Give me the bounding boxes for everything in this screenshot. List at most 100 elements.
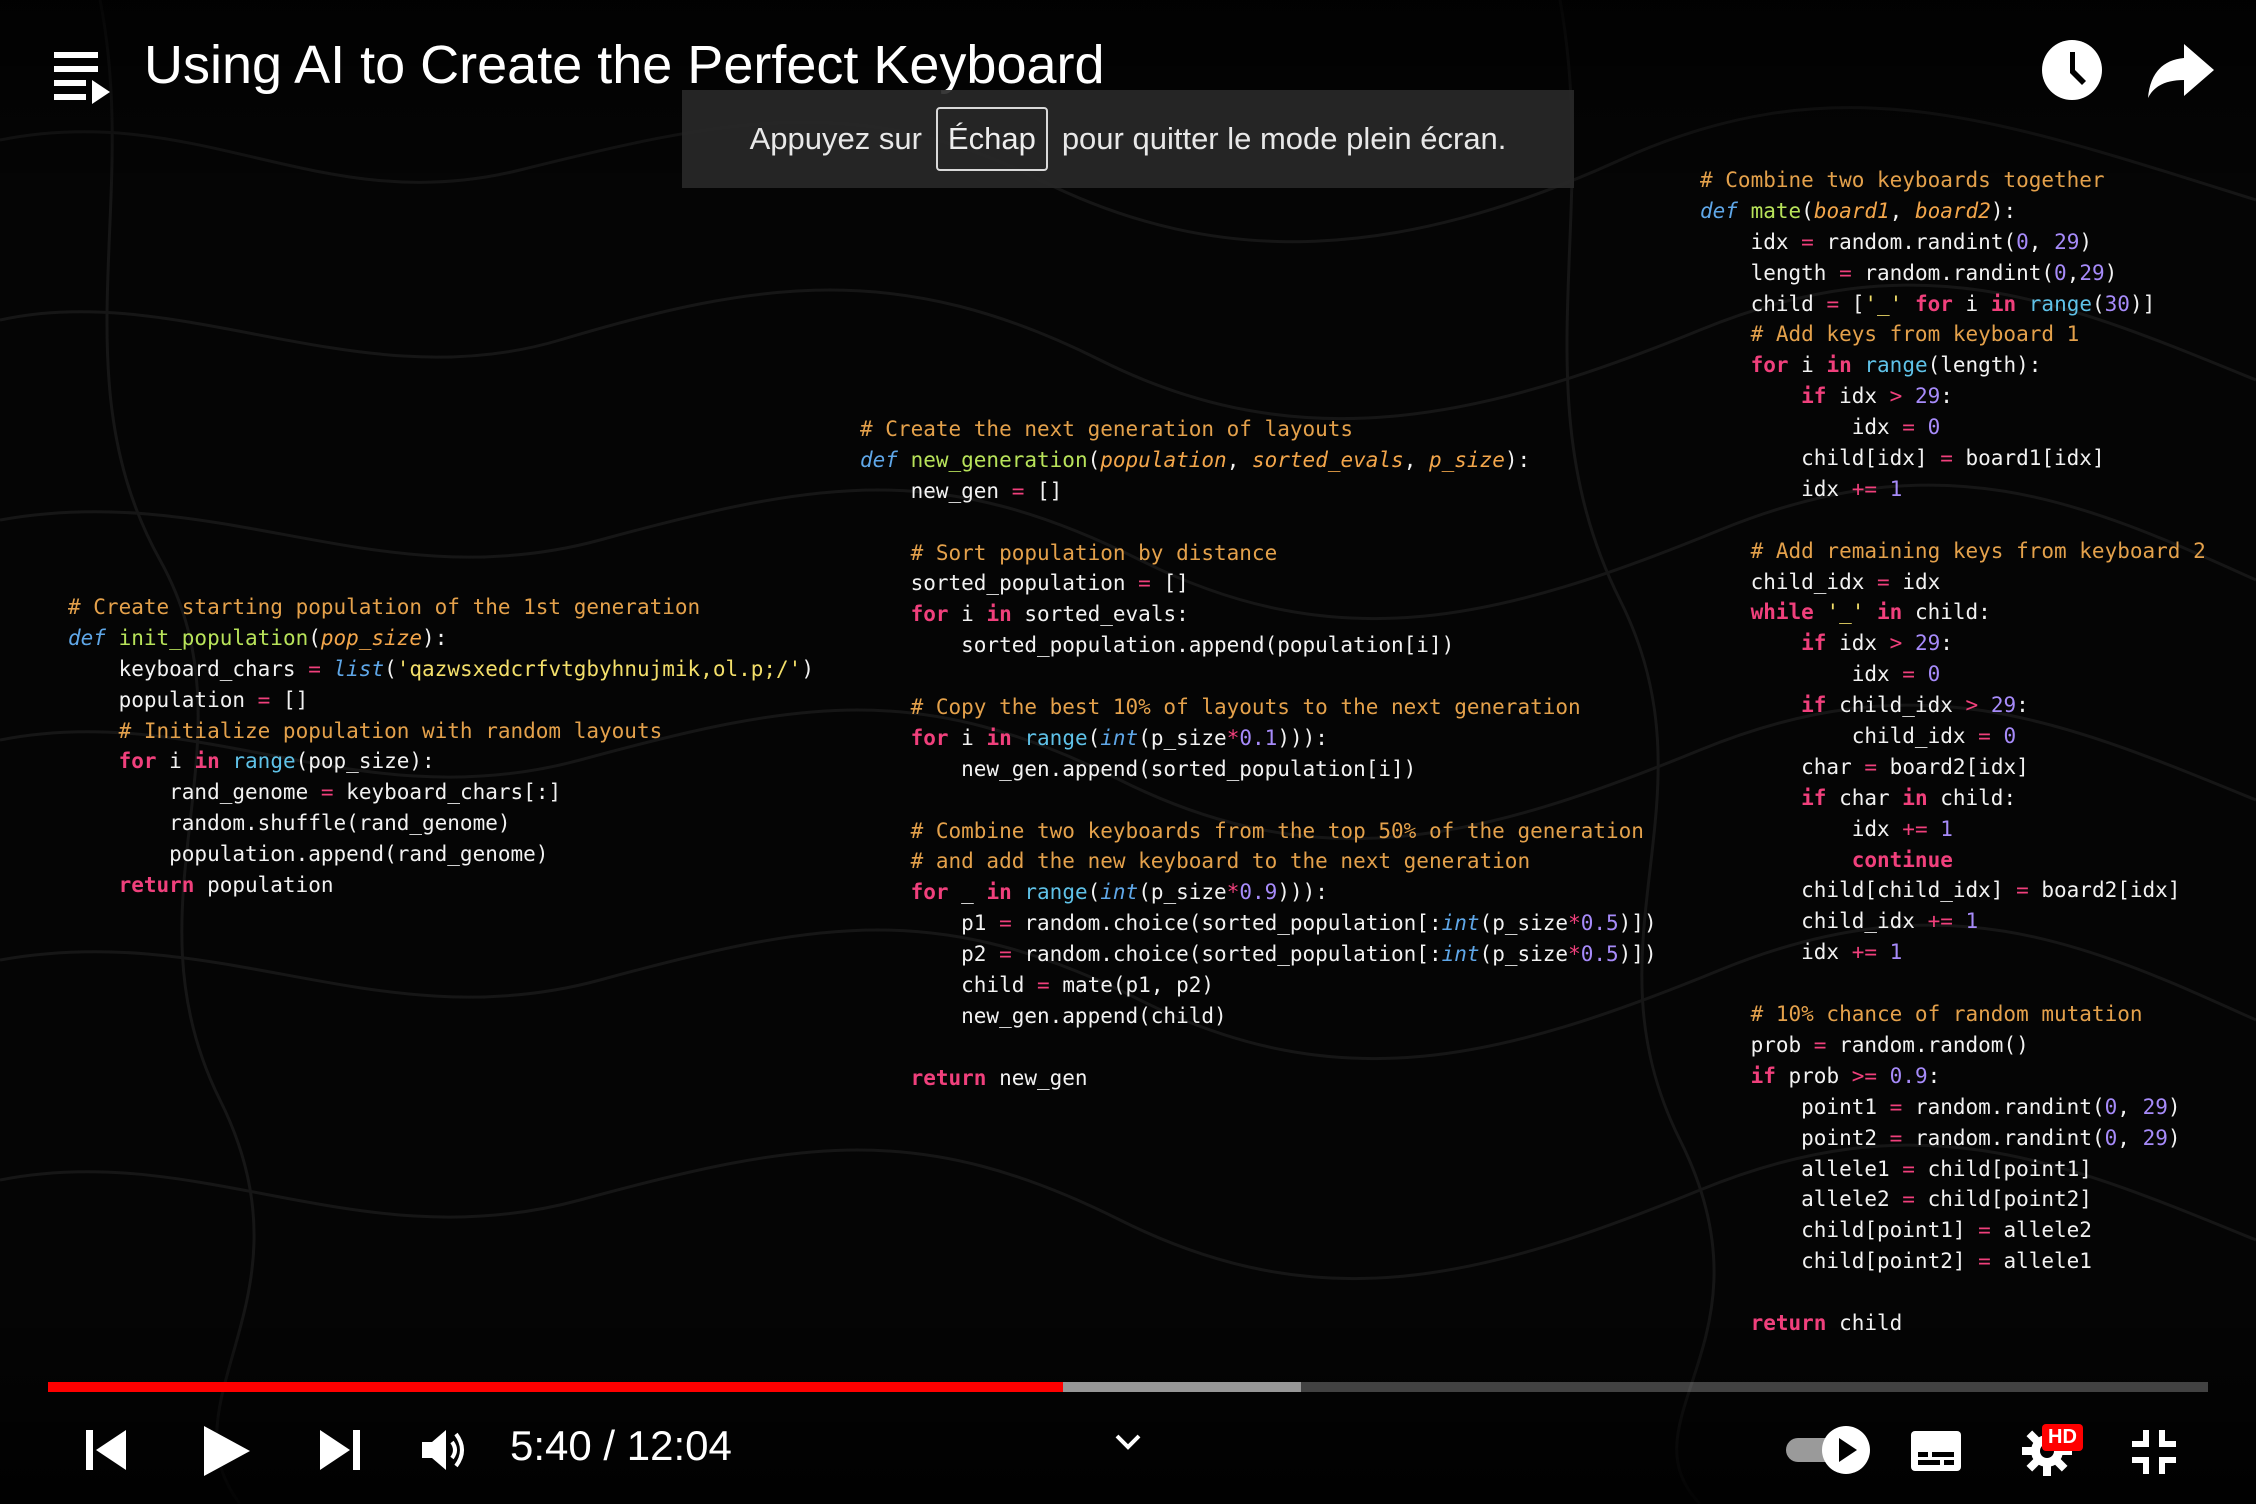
code-token: allele1 [1700,1156,1903,1181]
code-token: 0 [2054,260,2067,285]
code-token: new_gen.append(sorted_population[i]) [860,756,1417,781]
exit-fullscreen-icon[interactable] [2130,1428,2178,1476]
code-token: point1 [1700,1094,1890,1119]
code-token: += [1851,940,1890,965]
code-token: # Combine two keyboards from the top 50%… [860,818,1644,843]
code-token: ))): [1277,880,1328,905]
code-token: for [860,602,962,627]
code-token: allele2 [1700,1187,1903,1212]
code-line: for _ in range(int(p_size*0.9))): [860,877,1657,908]
code-token: if [1700,693,1840,718]
code-token: ( [1801,198,1814,223]
skip-next-icon[interactable] [318,1428,362,1472]
code-token: 1 [1889,940,1903,965]
code-token: new_gen.append(child) [860,1003,1227,1028]
code-token: ) [2104,260,2118,285]
code-line: child = ['_' for i in range(30)] [1700,289,2206,320]
subtitles-icon[interactable] [1910,1430,1962,1472]
notice-text-before: Appuyez sur [749,121,922,156]
code-token: child[point2] [1927,1187,2092,1212]
chevron-down-icon[interactable] [1114,1432,1142,1452]
code-line: sorted_population.append(population[i]) [860,630,1657,661]
code-line: population.append(rand_genome) [68,839,814,870]
code-line: return new_gen [860,1063,1657,1094]
code-token: 0.5 [1580,942,1619,967]
code-line: child[idx] = board1[idx] [1700,443,2206,474]
code-line: new_gen = [] [860,476,1657,507]
code-line: point1 = random.randint(0, 29) [1700,1092,2206,1123]
code-token: for [68,749,170,774]
code-token: = [1813,1032,1840,1057]
code-token: [ [1851,291,1865,316]
code-token: sorted_population.append(population[i]) [860,633,1455,658]
code-token: continue [1700,847,1953,872]
code-line: child[point2] = allele1 [1700,1246,2206,1277]
code-token: >= [1851,1063,1890,1088]
code-token: 29 [2054,229,2080,254]
code-token: idx [1700,940,1852,965]
fullscreen-exit-notice: Appuyez sur Échap pour quitter le mode p… [682,90,1574,188]
code-token: in [1877,600,1915,625]
video-title[interactable]: Using AI to Create the Perfect Keyboard [144,34,1105,96]
code-token: : [1940,384,1953,409]
code-token: def [1700,198,1751,223]
play-icon[interactable] [202,1424,252,1478]
code-token: = [1826,291,1852,316]
clock-icon[interactable] [2040,38,2104,102]
code-token: idx [1902,569,1941,594]
code-token: * [1226,725,1240,750]
code-token: 0.5 [1580,911,1619,936]
code-token: 0 [2016,229,2029,254]
code-token: idx [1700,476,1852,501]
code-panel-init-population: # Create starting population of the 1st … [68,592,814,901]
code-token: = [1902,415,1928,440]
code-line: allele2 = child[point2] [1700,1184,2206,1215]
code-token: in [986,880,1025,905]
code-line: # Initialize population with random layo… [68,716,814,747]
code-token: sorted_evals [1251,447,1404,472]
code-token: 0 [1927,662,1941,687]
hd-badge: HD [2042,1424,2083,1451]
code-line: new_gen.append(sorted_population[i]) [860,754,1657,785]
autoplay-toggle-icon[interactable] [1784,1424,1874,1476]
share-arrow-icon[interactable] [2146,40,2216,102]
video-frame[interactable]: # Create starting population of the 1st … [0,0,2256,1504]
progress-bar[interactable] [48,1382,2208,1392]
code-token: = [1839,260,1865,285]
code-line: if prob >= 0.9: [1700,1061,2206,1092]
code-token: sorted_evals: [1024,602,1189,627]
playlist-icon[interactable] [52,48,112,104]
code-token: board1 [1813,198,1890,223]
code-line: child_idx = 0 [1700,721,2206,752]
volume-icon[interactable] [420,1426,470,1474]
escape-key-label: Échap [935,107,1048,171]
code-token: 29 [2142,1094,2168,1119]
progress-played [48,1382,1064,1392]
code-token: , [2117,1125,2143,1150]
code-token: ): [1504,447,1531,472]
code-token: child[point1] [1927,1156,2092,1181]
code-token: '_' [1864,291,1903,316]
code-token: # Add remaining keys from keyboard 2 [1700,538,2206,563]
code-token: ) [2167,1094,2181,1119]
code-token: for [860,880,962,905]
code-token: = [1902,662,1928,687]
code-line: char = board2[idx] [1700,752,2206,783]
code-line: for i in range(pop_size): [68,746,814,777]
code-token: keyboard_chars[:] [346,780,562,805]
code-line: while '_' in child: [1700,597,2206,628]
code-line: # Create starting population of the 1st … [68,592,814,623]
skip-previous-icon[interactable] [84,1428,128,1472]
code-token: i [169,749,195,774]
code-token: [] [1163,571,1189,596]
code-token: 'qazwsxedcrfvtgbyhnujmik,ol.p;/' [396,656,802,681]
code-token: child_idx [1700,909,1928,934]
code-token: pop_size [320,625,423,650]
code-token: 29 [2079,260,2105,285]
code-token: new_gen [860,478,1012,503]
code-line: length = random.randint(0,29) [1700,258,2206,289]
time-duration: 12:04 [626,1422,732,1469]
code-token: random.shuffle(rand_genome) [68,811,511,836]
code-line: idx += 1 [1700,814,2206,845]
code-token: board2[idx] [1889,754,2029,779]
